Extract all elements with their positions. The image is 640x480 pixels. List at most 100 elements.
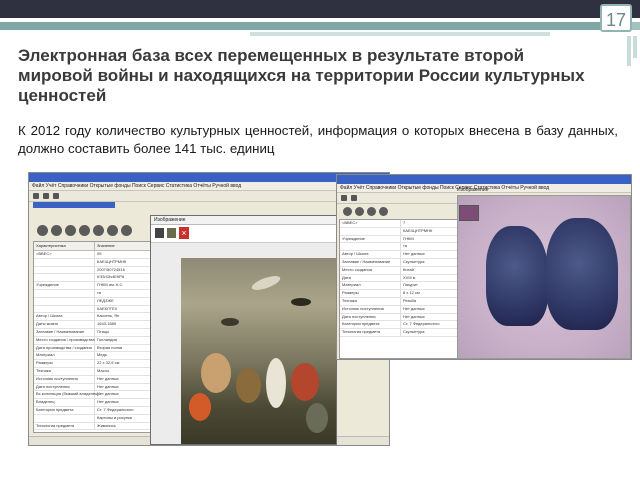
row-label: Место создания / производства	[36, 336, 95, 344]
table-row[interactable]: Размеры 8 х 12 см	[340, 290, 458, 298]
table-row[interactable]: Дата поступления Нет данных	[34, 383, 152, 392]
print-icon[interactable]	[155, 228, 164, 238]
table-row[interactable]: Даты жизни 1643-1689	[34, 321, 152, 329]
menu-bar[interactable]: Файл Учёт Справочники Открытые фонды Пои…	[29, 182, 389, 191]
open-icon[interactable]	[43, 193, 49, 199]
table-row[interactable]: КАЕКЛТЕХ	[34, 305, 152, 314]
table-row[interactable]: <ВВЕС> 7	[340, 220, 458, 228]
table-row[interactable]: Заглавие / Наименование Птицы	[34, 328, 152, 337]
row-label	[34, 414, 95, 422]
table-row[interactable]: Источник поступления Нет данных	[340, 305, 458, 314]
close-icon[interactable]: ×	[179, 227, 189, 239]
new-icon[interactable]	[33, 193, 39, 199]
table-row[interactable]: Место создания Китай	[340, 266, 458, 275]
row-label	[34, 274, 95, 282]
table-row[interactable]: Место создания / производства Голландия	[34, 336, 152, 345]
table-row[interactable]: Автор / Школа Нет данных	[340, 251, 458, 259]
table-row[interactable]: КАЕ4ЦНТРМНК	[340, 227, 458, 236]
table-row[interactable]: Вх.коллекция (бывший владелец) Нет данных	[34, 391, 152, 400]
table-row[interactable]: Картины и рисунки	[34, 414, 152, 423]
first-record-icon[interactable]	[37, 225, 48, 236]
row-value: Масло	[97, 367, 110, 373]
side-decoration	[633, 36, 637, 58]
row-label: Учреждение	[340, 235, 401, 243]
first-record-icon[interactable]	[343, 207, 352, 216]
row-label: Место создания	[340, 266, 401, 274]
table-row[interactable]: Источник поступления Нет данных	[34, 375, 152, 384]
prev-record-icon[interactable]	[51, 225, 62, 236]
row-value: Лазурит	[403, 282, 418, 288]
row-value: Нет данных	[97, 399, 119, 405]
sculpture-figure	[486, 226, 548, 326]
record-grid: <ВВЕС> 7 КАЕ4ЦНТРМНК Учреждение ГНКМ та Автор …	[339, 219, 459, 359]
table-row[interactable]: КАЕ4ЦНТРМНК	[34, 258, 152, 267]
table-row[interactable]: 2007/50724516	[34, 266, 152, 275]
table-row[interactable]: Типология предмета Живопись	[34, 422, 152, 431]
bird-figure	[291, 298, 311, 306]
next-record-icon[interactable]	[367, 207, 376, 216]
delete-record-icon[interactable]	[107, 225, 118, 236]
row-label	[34, 266, 95, 274]
row-value: Скульптура	[403, 329, 425, 335]
row-value: 7	[403, 220, 406, 225]
row-label	[34, 305, 95, 313]
table-row[interactable]: Дата производства / создания Вторая полов	[34, 344, 152, 353]
table-row[interactable]: Категория предмета Ст. 7 Федерального	[340, 321, 458, 330]
table-row[interactable]: Категория предмета Ст. 7 Федерального	[34, 406, 152, 415]
row-value: Скульптура	[403, 258, 425, 264]
row-label: Дата	[340, 274, 401, 282]
table-row[interactable]: Автор / Школа Кассель, Ян	[34, 313, 152, 322]
new-icon[interactable]	[341, 195, 347, 201]
row-value: Нет данных	[97, 383, 119, 389]
image-icon[interactable]	[121, 225, 132, 236]
table-row[interactable]: <ВВЕС> 05	[34, 251, 152, 259]
table-row[interactable]: Владелец Нет данных	[34, 399, 152, 407]
next-record-icon[interactable]	[65, 225, 76, 236]
record-tab[interactable]	[33, 202, 115, 208]
table-row[interactable]: Дата XVIII в.	[340, 274, 458, 283]
table-row[interactable]: Учреждение ГНКМ им. К.С.	[34, 282, 152, 290]
grid-header: Характеристика Значение	[34, 242, 152, 251]
row-label: <ВВЕС>	[34, 251, 95, 258]
row-value: Птицы	[97, 328, 110, 334]
open-icon[interactable]	[351, 195, 357, 201]
sculpture-photo	[458, 196, 630, 358]
edit-record-icon[interactable]	[93, 225, 104, 236]
table-row[interactable]: Материал Медь	[34, 352, 152, 361]
thumbnail-icon[interactable]	[167, 228, 176, 238]
page-number: 17	[600, 4, 632, 32]
table-row[interactable]: Техника Масло	[34, 367, 152, 376]
row-label: Автор / Школа	[340, 251, 401, 258]
table-row[interactable]: та	[340, 243, 458, 252]
row-value: Нет данных	[97, 375, 119, 381]
save-icon[interactable]	[53, 193, 59, 199]
bird-figure	[291, 363, 319, 401]
row-value: та	[403, 243, 408, 249]
table-row[interactable]: ЛЕДЗЖЕ	[34, 297, 152, 306]
row-value: Нет данных	[403, 313, 425, 319]
table-row[interactable]: Техника Резьба	[340, 297, 458, 306]
table-row[interactable]: Размеры 22 х 32,5 см	[34, 360, 152, 368]
table-row[interactable]: Заглавие / Наименование Скульптура	[340, 258, 458, 267]
last-record-icon[interactable]	[79, 225, 90, 236]
bird-figure	[306, 403, 328, 433]
row-label: Источник поступления	[34, 375, 95, 383]
table-row[interactable]: Типология предмета Скульптура	[340, 329, 458, 337]
record-grid: Характеристика Значение <ВВЕС> 05 КАЕ4ЦНТР…	[33, 241, 153, 433]
row-label: Техника	[34, 367, 95, 375]
bird-figure	[221, 318, 239, 326]
row-label: Дата производства / создания	[34, 344, 95, 352]
prev-record-icon[interactable]	[355, 207, 364, 216]
row-label	[34, 297, 95, 305]
table-row[interactable]: Учреждение ГНКМ	[340, 235, 458, 244]
table-row[interactable]: та	[34, 289, 152, 298]
popup-title: Изображение	[151, 216, 336, 225]
thumbnail-icon[interactable]	[459, 205, 479, 221]
table-row[interactable]: Дата поступления Нет данных	[340, 313, 458, 322]
table-row[interactable]: КЭ3/43ч4ЕКР6	[34, 274, 152, 283]
row-value: 8 х 12 см	[403, 290, 420, 296]
table-row[interactable]: Материал Лазурит	[340, 282, 458, 291]
row-value: Голландия	[97, 336, 117, 342]
last-record-icon[interactable]	[379, 207, 388, 216]
row-value: 1643-1689	[97, 321, 117, 327]
